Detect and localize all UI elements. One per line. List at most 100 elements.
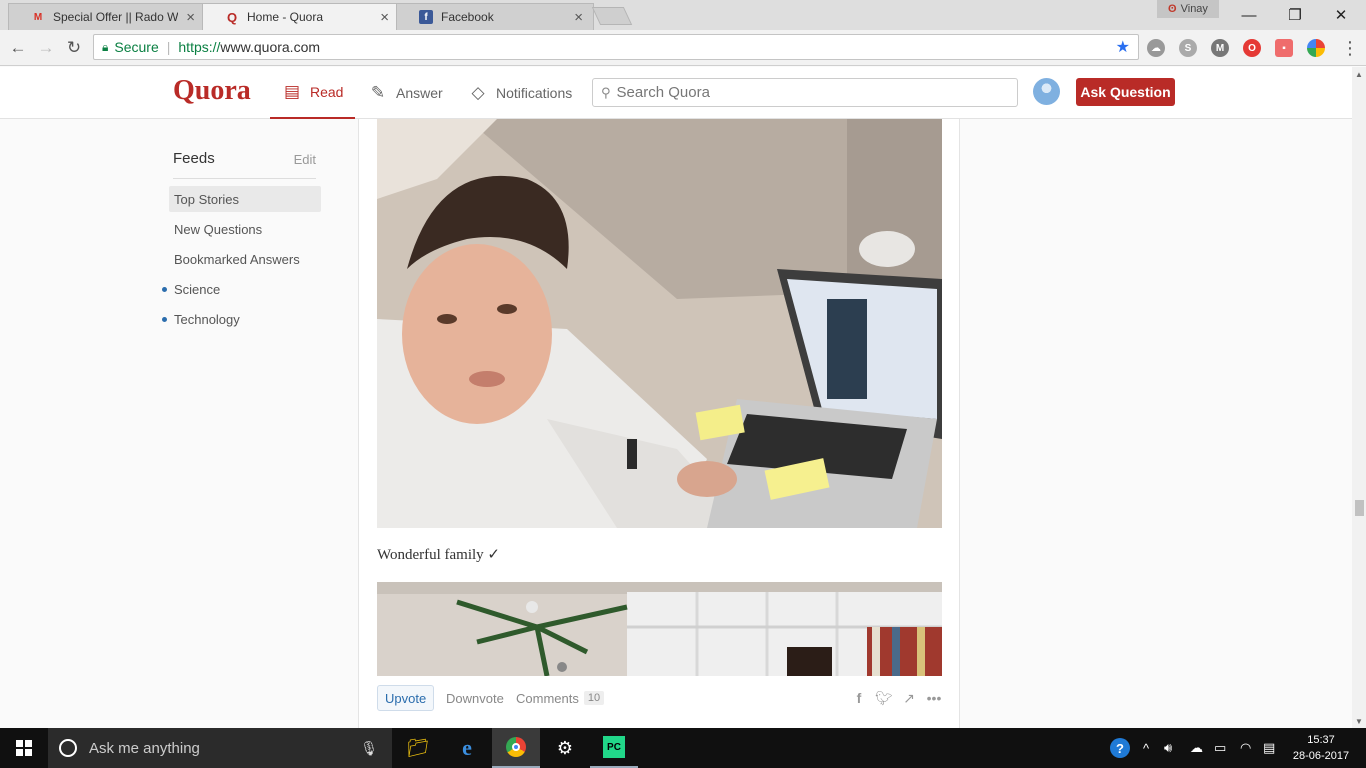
profile-name: Vinay bbox=[1180, 3, 1208, 15]
upvote-button[interactable]: Upvote bbox=[377, 685, 435, 711]
secure-label: Secure bbox=[114, 39, 159, 55]
clock-time: 15:37 bbox=[1307, 734, 1335, 746]
chrome-icon[interactable] bbox=[492, 728, 540, 768]
ask-question-button[interactable]: Ask Question bbox=[1076, 78, 1175, 106]
tab-gmail[interactable]: M Special Offer || Rado Wat × bbox=[8, 3, 206, 30]
twitter-share-icon[interactable]: 🐦︎ bbox=[875, 690, 893, 707]
comments-button[interactable]: Comments 10 bbox=[516, 685, 605, 711]
cortana-placeholder: Ask me anything bbox=[89, 739, 200, 757]
photo-illustration bbox=[377, 119, 942, 528]
wifi-icon[interactable]: ◠ bbox=[1240, 728, 1251, 768]
opera-icon[interactable]: O bbox=[1243, 39, 1261, 57]
feed-label: Science bbox=[174, 281, 221, 297]
read-icon: ▤ bbox=[283, 82, 301, 101]
new-tab-button[interactable] bbox=[591, 7, 633, 25]
feed-main-column: Wonderful family ✓ Upvote Downvote Comme… bbox=[358, 119, 960, 728]
bookmark-star-icon[interactable]: ★ bbox=[1116, 37, 1130, 57]
feed-new-questions[interactable]: New Questions bbox=[169, 216, 321, 242]
extension-m-icon[interactable]: M bbox=[1211, 39, 1229, 57]
extension-color-icon[interactable] bbox=[1307, 39, 1325, 57]
file-explorer-icon[interactable]: 📁︎ bbox=[394, 728, 442, 768]
chrome-menu-icon[interactable]: ⋮ bbox=[1341, 38, 1359, 59]
browser-tab-strip: M Special Offer || Rado Wat × Q Home - Q… bbox=[0, 0, 1366, 30]
lock-icon: 🔒︎ bbox=[102, 39, 109, 54]
facebook-icon: f bbox=[419, 10, 433, 24]
search-input[interactable] bbox=[616, 84, 997, 101]
feed-bookmarked-answers[interactable]: Bookmarked Answers bbox=[169, 246, 321, 272]
skype-icon[interactable]: S bbox=[1179, 39, 1197, 57]
settings-icon[interactable]: ⚙ bbox=[541, 728, 589, 768]
feed-label: New Questions bbox=[174, 221, 263, 237]
windows-start-icon[interactable] bbox=[0, 728, 48, 768]
quora-logo[interactable]: Quora bbox=[173, 75, 251, 107]
cortana-search-box[interactable]: Ask me anything 🎙︎ bbox=[48, 728, 392, 768]
reload-icon[interactable]: ↻ bbox=[62, 36, 86, 60]
avatar[interactable] bbox=[1033, 78, 1060, 105]
tab-title: Facebook bbox=[441, 10, 494, 24]
chrome-logo bbox=[506, 737, 526, 757]
facebook-share-icon[interactable]: f bbox=[851, 690, 867, 707]
microphone-icon[interactable]: 🎙︎ bbox=[360, 740, 378, 757]
feed-top-stories[interactable]: Top Stories bbox=[169, 186, 321, 212]
cortana-icon bbox=[59, 739, 77, 757]
comments-label: Comments bbox=[516, 690, 579, 706]
feeds-edit-link[interactable]: Edit bbox=[294, 152, 316, 178]
topic-dot-icon bbox=[162, 286, 167, 292]
tab-quora[interactable]: Q Home - Quora × bbox=[202, 3, 400, 30]
post-caption: Wonderful family ✓ bbox=[377, 547, 500, 563]
show-hidden-icons[interactable]: ^ bbox=[1143, 728, 1149, 768]
post-photo-living-room[interactable] bbox=[377, 582, 942, 676]
feed-label: Bookmarked Answers bbox=[174, 251, 300, 267]
profile-button[interactable]: ʘ Vinay bbox=[1157, 0, 1219, 18]
minimize-icon[interactable]: — bbox=[1226, 0, 1272, 30]
close-tab-icon[interactable]: × bbox=[574, 9, 583, 26]
close-tab-icon[interactable]: × bbox=[186, 9, 195, 26]
onedrive-icon[interactable]: ☁ bbox=[1190, 728, 1203, 768]
feeds-title: Feeds bbox=[173, 150, 215, 167]
back-icon[interactable]: ← bbox=[6, 36, 30, 60]
page-scrollbar[interactable]: ▲ ▼ bbox=[1352, 67, 1366, 728]
windows-taskbar: Ask me anything 🎙︎ 📁︎ e ⚙ PC ? ^ 🔊︎ ☁ ▭ … bbox=[0, 728, 1366, 768]
feeds-header: Feeds Edit bbox=[173, 150, 316, 179]
nav-read-label: Read bbox=[310, 84, 344, 100]
more-options-icon[interactable]: ••• bbox=[926, 690, 942, 707]
post-photo-man-with-laptop[interactable] bbox=[377, 119, 942, 528]
restore-icon[interactable]: ❐ bbox=[1272, 0, 1318, 30]
feed-technology[interactable]: Technology bbox=[162, 306, 321, 332]
nav-read[interactable]: ▤ Read bbox=[270, 67, 355, 119]
search-box[interactable]: ⚲ bbox=[592, 78, 1018, 107]
taskbar-clock[interactable]: 15:37 28-06-2017 bbox=[1284, 732, 1358, 764]
address-bar[interactable]: 🔒︎ Secure | https:// www.quora.com ★ bbox=[93, 34, 1139, 60]
downvote-button[interactable]: Downvote bbox=[446, 685, 504, 711]
url-scheme: https:// bbox=[178, 39, 221, 55]
feed-label: Top Stories bbox=[174, 191, 240, 207]
close-tab-icon[interactable]: × bbox=[380, 9, 389, 26]
scroll-down-icon[interactable]: ▼ bbox=[1352, 714, 1366, 728]
forward-icon[interactable]: → bbox=[34, 36, 58, 60]
action-center-icon[interactable]: ▤ bbox=[1263, 728, 1275, 768]
window-close-icon[interactable]: ✕ bbox=[1318, 0, 1364, 30]
volume-icon[interactable]: 🔊︎ bbox=[1164, 728, 1172, 768]
tab-title: Home - Quora bbox=[247, 10, 324, 24]
notifications-icon: ◇ bbox=[471, 83, 485, 102]
clock-date: 28-06-2017 bbox=[1292, 750, 1350, 762]
extension-cloud-icon[interactable]: ☁ bbox=[1147, 39, 1165, 57]
edge-icon[interactable]: e bbox=[443, 728, 491, 768]
comments-count: 10 bbox=[583, 691, 605, 705]
quora-icon: Q bbox=[226, 9, 238, 25]
profile-icon: ʘ bbox=[1168, 3, 1177, 15]
scrollbar-thumb[interactable] bbox=[1355, 500, 1364, 516]
scroll-up-icon[interactable]: ▲ bbox=[1352, 67, 1366, 81]
pycharm-icon[interactable]: PC bbox=[590, 728, 638, 768]
browser-toolbar: ← → ↻ 🔒︎ Secure | https:// www.quora.com… bbox=[0, 30, 1366, 66]
tab-facebook[interactable]: f Facebook × bbox=[396, 3, 594, 30]
extension-screen-icon[interactable]: ▪ bbox=[1275, 39, 1293, 57]
power-icon[interactable]: ▭ bbox=[1214, 728, 1226, 768]
gmail-icon: M bbox=[33, 11, 43, 23]
nav-notifications-label: Notifications bbox=[496, 85, 573, 101]
help-tray-icon[interactable]: ? bbox=[1110, 728, 1130, 768]
feed-science[interactable]: Science bbox=[162, 276, 321, 302]
nav-notifications[interactable]: ◇ Notifications bbox=[468, 67, 572, 119]
nav-answer[interactable]: ✎ Answer bbox=[368, 67, 443, 119]
share-icon[interactable]: ↗ bbox=[901, 690, 917, 707]
